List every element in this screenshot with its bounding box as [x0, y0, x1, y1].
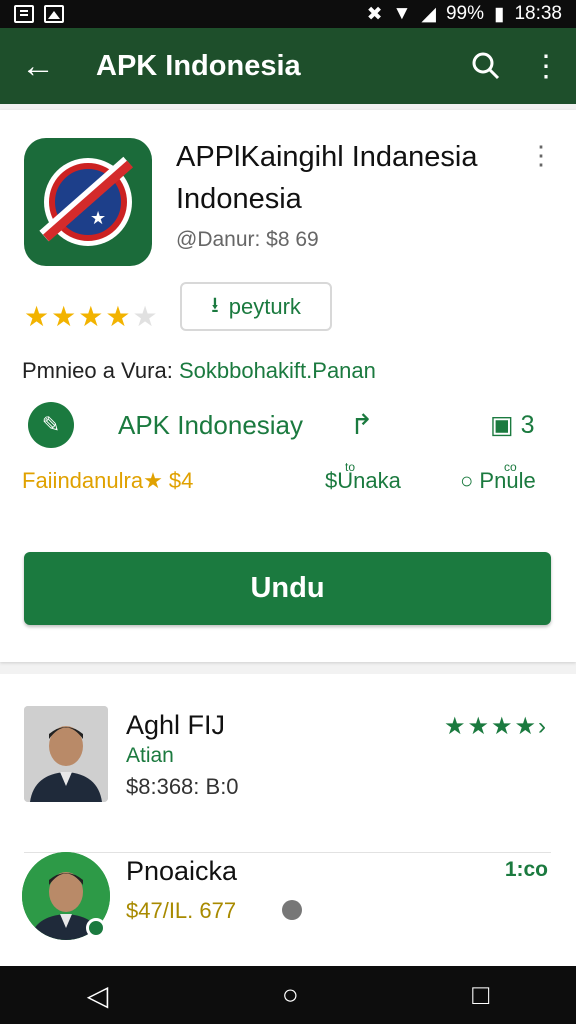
back-arrow-icon[interactable]: ←: [0, 28, 76, 104]
premium-link[interactable]: Sokbbohakift.Panan: [179, 358, 376, 383]
rating-stars: ★ ★ ★ ★ ★: [24, 300, 158, 333]
star-icon: ★: [78, 301, 104, 332]
developer-badge-icon: ✎: [28, 402, 74, 448]
screen-icon: ▣: [490, 411, 514, 439]
nav-back-icon[interactable]: ◁: [87, 979, 109, 1012]
premium-row: Pmnieo a Vura: Sokbbohakift.Panan: [22, 358, 376, 384]
stat-downloads: Faiindanulra★ $4: [22, 468, 194, 493]
star-icon: ★: [51, 301, 77, 332]
nav-recents-icon[interactable]: □: [472, 979, 489, 1011]
app-bar: ← APK Indonesia ⋮: [0, 28, 576, 104]
app-bar-title: APK Indonesia: [96, 49, 301, 82]
item-time: 1:co: [504, 858, 548, 881]
related-list: Aghl FIJ Atian $8:368: B:0 ★★★★› Pnoaick…: [0, 674, 576, 966]
info-icon: [282, 900, 302, 920]
app-icon: ★ ★: [24, 138, 152, 266]
item-name: Pnoaicka: [126, 856, 238, 886]
star-icon: ★: [24, 301, 50, 332]
battery-percent: 99%: [445, 3, 484, 24]
action-chip[interactable]: ⭳ peyturk: [180, 282, 332, 331]
stat-size: to $Unaka: [325, 460, 401, 494]
more-vertical-icon[interactable]: ⋮: [516, 28, 576, 104]
verified-badge-icon: [86, 918, 106, 938]
battery-icon: ▮: [493, 3, 505, 25]
card-more-icon[interactable]: ⋮: [528, 140, 554, 171]
list-item[interactable]: Pnoaicka $47/IL. 677 1:co: [0, 838, 576, 976]
app-detail-card: ★ ★ APPlKaingihl Indanesia Indonesia ⋮ @…: [0, 110, 576, 662]
empty-star-icon: ★: [132, 301, 158, 332]
signal-icon: ◢: [421, 3, 436, 25]
status-bar: ✖ ▼ ◢ 99% ▮ 18:38: [0, 0, 576, 28]
search-icon[interactable]: [456, 28, 516, 104]
developer-name[interactable]: APK Indonesiay: [118, 410, 303, 441]
mute-icon: ✖: [366, 3, 383, 25]
document-icon: [14, 5, 34, 23]
wifi-icon: ▼: [392, 3, 412, 24]
item-price: $8:368: B:0: [126, 774, 239, 799]
app-price: @Danur: $8 69: [176, 228, 319, 251]
premium-label: Pmnieo a Vura:: [22, 358, 173, 383]
svg-text:★: ★: [90, 208, 106, 229]
avatar: [24, 706, 108, 802]
image-icon: [44, 5, 64, 23]
item-name: Aghl FIJ: [126, 710, 226, 740]
item-price: $47/IL. 677: [126, 898, 237, 923]
install-button[interactable]: Undu: [24, 552, 551, 625]
action-chip-label: peyturk: [228, 293, 301, 319]
stats-row: Faiindanulra★ $4 to $Unaka co ○ Pnule: [0, 460, 576, 502]
share-icon[interactable]: ↱: [350, 408, 373, 441]
stat-size-tiny: to: [345, 460, 356, 474]
screen-count-value: 3: [520, 411, 535, 439]
stat-age-tiny: co: [504, 460, 517, 474]
nav-home-icon[interactable]: ○: [282, 979, 299, 1011]
item-rating-stars: ★★★★›: [443, 713, 548, 740]
stat-size-value: $Unaka: [325, 468, 401, 493]
system-nav-bar: ◁ ○ □: [0, 966, 576, 1024]
screen-count: ▣ 3: [490, 410, 534, 440]
list-item[interactable]: Aghl FIJ Atian $8:368: B:0 ★★★★›: [0, 702, 576, 853]
half-star-icon: ★: [105, 301, 131, 332]
stat-age: co ○ Pnule: [460, 460, 536, 494]
app-title: APPlKaingihl Indanesia Indonesia: [176, 141, 478, 215]
item-subtitle: Atian: [126, 744, 174, 767]
clock-icon: ○: [460, 468, 474, 493]
developer-row: ✎ APK Indonesiay ↱ ▣ 3: [0, 402, 576, 452]
clock: 18:38: [514, 3, 562, 24]
download-tray-icon: ⭳: [211, 291, 219, 317]
